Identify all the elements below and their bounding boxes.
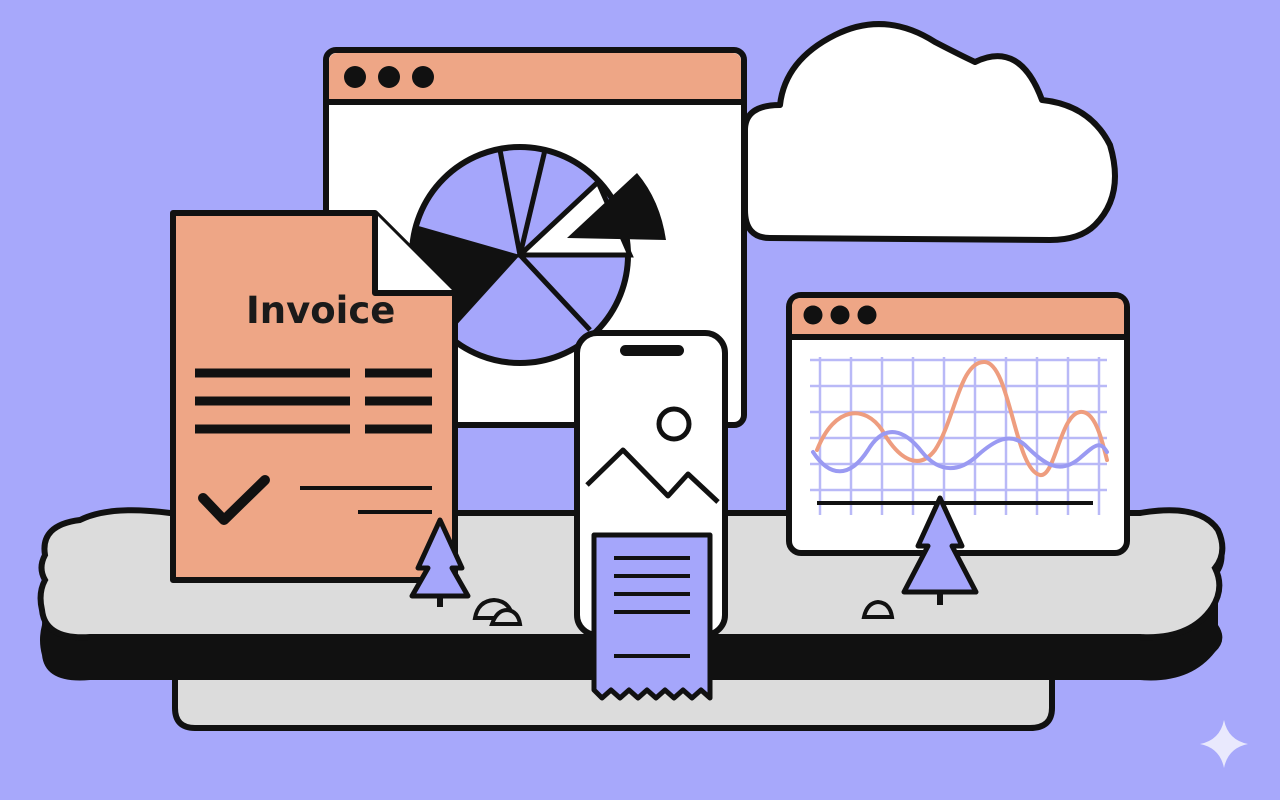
rock-icon (861, 599, 895, 619)
sparkle-icon (1200, 720, 1248, 768)
illustration-scene: Invoice (37, 21, 1248, 768)
sun-icon (656, 406, 692, 442)
invoice-document-icon: Invoice (170, 210, 458, 583)
window-dot-1 (344, 66, 366, 88)
window-dot-3 (412, 66, 434, 88)
window-dot-2 (378, 66, 400, 88)
receipt-icon (591, 532, 713, 701)
cloud-icon (742, 21, 1118, 243)
invoice-title: Invoice (246, 289, 395, 332)
line-chart-window-icon (786, 292, 1130, 556)
